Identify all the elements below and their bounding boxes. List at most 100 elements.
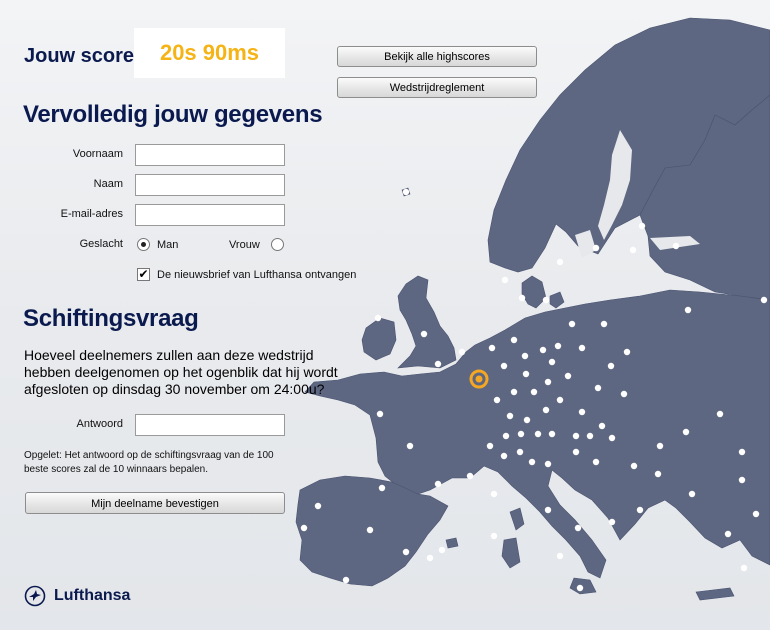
view-highscores-button[interactable]: Bekijk alle highscores: [337, 46, 537, 67]
city-dot: [608, 518, 616, 526]
city-dot: [564, 372, 572, 380]
answer-input[interactable]: [135, 414, 285, 436]
city-dot: [510, 388, 518, 396]
city-dot: [623, 348, 631, 356]
city-dot: [578, 344, 586, 352]
city-dot: [522, 370, 530, 378]
city-dot: [656, 442, 664, 450]
city-dot: [629, 246, 637, 254]
city-dot: [534, 430, 542, 438]
city-dot: [506, 412, 514, 420]
city-dot: [402, 548, 410, 556]
city-dot: [466, 472, 474, 480]
city-dot: [556, 396, 564, 404]
city-dot: [600, 320, 608, 328]
email-label: E-mail-adres: [60, 208, 123, 220]
city-dot: [738, 476, 746, 484]
tiebreak-title: Schiftingsvraag: [23, 305, 199, 332]
city-dot: [502, 432, 510, 440]
city-dot: [638, 222, 646, 230]
city-dot: [521, 352, 529, 360]
city-dot: [682, 428, 690, 436]
city-dot: [490, 532, 498, 540]
city-dot: [378, 484, 386, 492]
city-dot: [500, 362, 508, 370]
score-value: 20s 90ms: [159, 40, 260, 65]
city-dot: [574, 524, 582, 532]
city-dot: [420, 330, 428, 338]
gender-male-label: Man: [157, 239, 179, 251]
newsletter-label: De nieuwsbrief van Lufthansa ontvangen: [157, 269, 357, 281]
city-dot: [434, 480, 442, 488]
city-dot: [636, 506, 644, 514]
city-dot: [544, 460, 552, 468]
city-dot: [716, 410, 724, 418]
city-dot: [510, 336, 518, 344]
city-dot: [406, 442, 414, 450]
city-dot: [528, 458, 536, 466]
contest-rules-button[interactable]: Wedstrijdreglement: [337, 77, 537, 98]
lastname-input[interactable]: [135, 174, 285, 196]
city-dot: [594, 384, 602, 392]
city-dot: [500, 452, 508, 460]
lufthansa-crane-icon: [24, 585, 46, 607]
gender-male-radio[interactable]: [137, 238, 150, 251]
email-input[interactable]: [135, 204, 285, 226]
lastname-label: Naam: [93, 178, 123, 190]
city-dot: [376, 410, 384, 418]
city-dot: [688, 490, 696, 498]
city-dot: [568, 320, 576, 328]
city-dot: [458, 348, 466, 356]
city-dot: [607, 362, 615, 370]
city-dot: [342, 576, 350, 584]
tiebreak-question: Hoeveel deelnemers zullen aan deze wedst…: [24, 347, 338, 397]
city-dot: [516, 448, 524, 456]
firstname-input[interactable]: [135, 144, 285, 166]
denmark-landmass: [521, 275, 547, 309]
city-dot: [544, 378, 552, 386]
confirm-entry-button[interactable]: Mijn deelname bevestigen: [25, 492, 285, 514]
city-dot: [486, 442, 494, 450]
city-dot: [556, 552, 564, 560]
score-box: 20s 90ms: [134, 28, 285, 78]
city-dot: [548, 430, 556, 438]
city-dot: [598, 422, 606, 430]
city-dot: [544, 506, 552, 514]
brand-name: Lufthansa: [54, 587, 131, 604]
city-dot: [738, 448, 746, 456]
city-dot: [620, 390, 628, 398]
city-dot: [586, 432, 594, 440]
gender-female-radio[interactable]: [271, 238, 284, 251]
tiebreak-note: Opgelet: Het antwoord op de schiftingsvr…: [24, 450, 274, 475]
city-dot: [402, 188, 410, 196]
great-britain: [397, 275, 457, 369]
city-dot: [530, 388, 538, 396]
city-dot: [724, 530, 732, 538]
city-dot: [488, 344, 496, 352]
city-dot: [572, 448, 580, 456]
city-dot: [523, 416, 531, 424]
city-dot: [434, 360, 442, 368]
firstname-label: Voornaam: [72, 148, 123, 160]
gender-female-label: Vrouw: [229, 239, 260, 251]
city-dot: [672, 242, 680, 250]
city-dot: [490, 490, 498, 498]
city-dot: [572, 432, 580, 440]
ireland: [361, 317, 397, 361]
city-dot: [760, 296, 768, 304]
city-dot: [578, 408, 586, 416]
city-dot: [752, 510, 760, 518]
city-dot: [314, 502, 322, 510]
city-dot: [554, 342, 562, 350]
city-dot: [684, 306, 692, 314]
city-dot: [374, 314, 382, 322]
city-dot: [654, 470, 662, 478]
city-dot: [300, 524, 308, 532]
city-dot: [438, 546, 446, 554]
city-dot: [501, 276, 509, 284]
city-dot: [517, 430, 525, 438]
city-dot: [542, 406, 550, 414]
city-dot: [542, 296, 550, 304]
form-title: Vervolledig jouw gegevens: [23, 101, 323, 128]
newsletter-checkbox[interactable]: ✔: [137, 268, 150, 281]
